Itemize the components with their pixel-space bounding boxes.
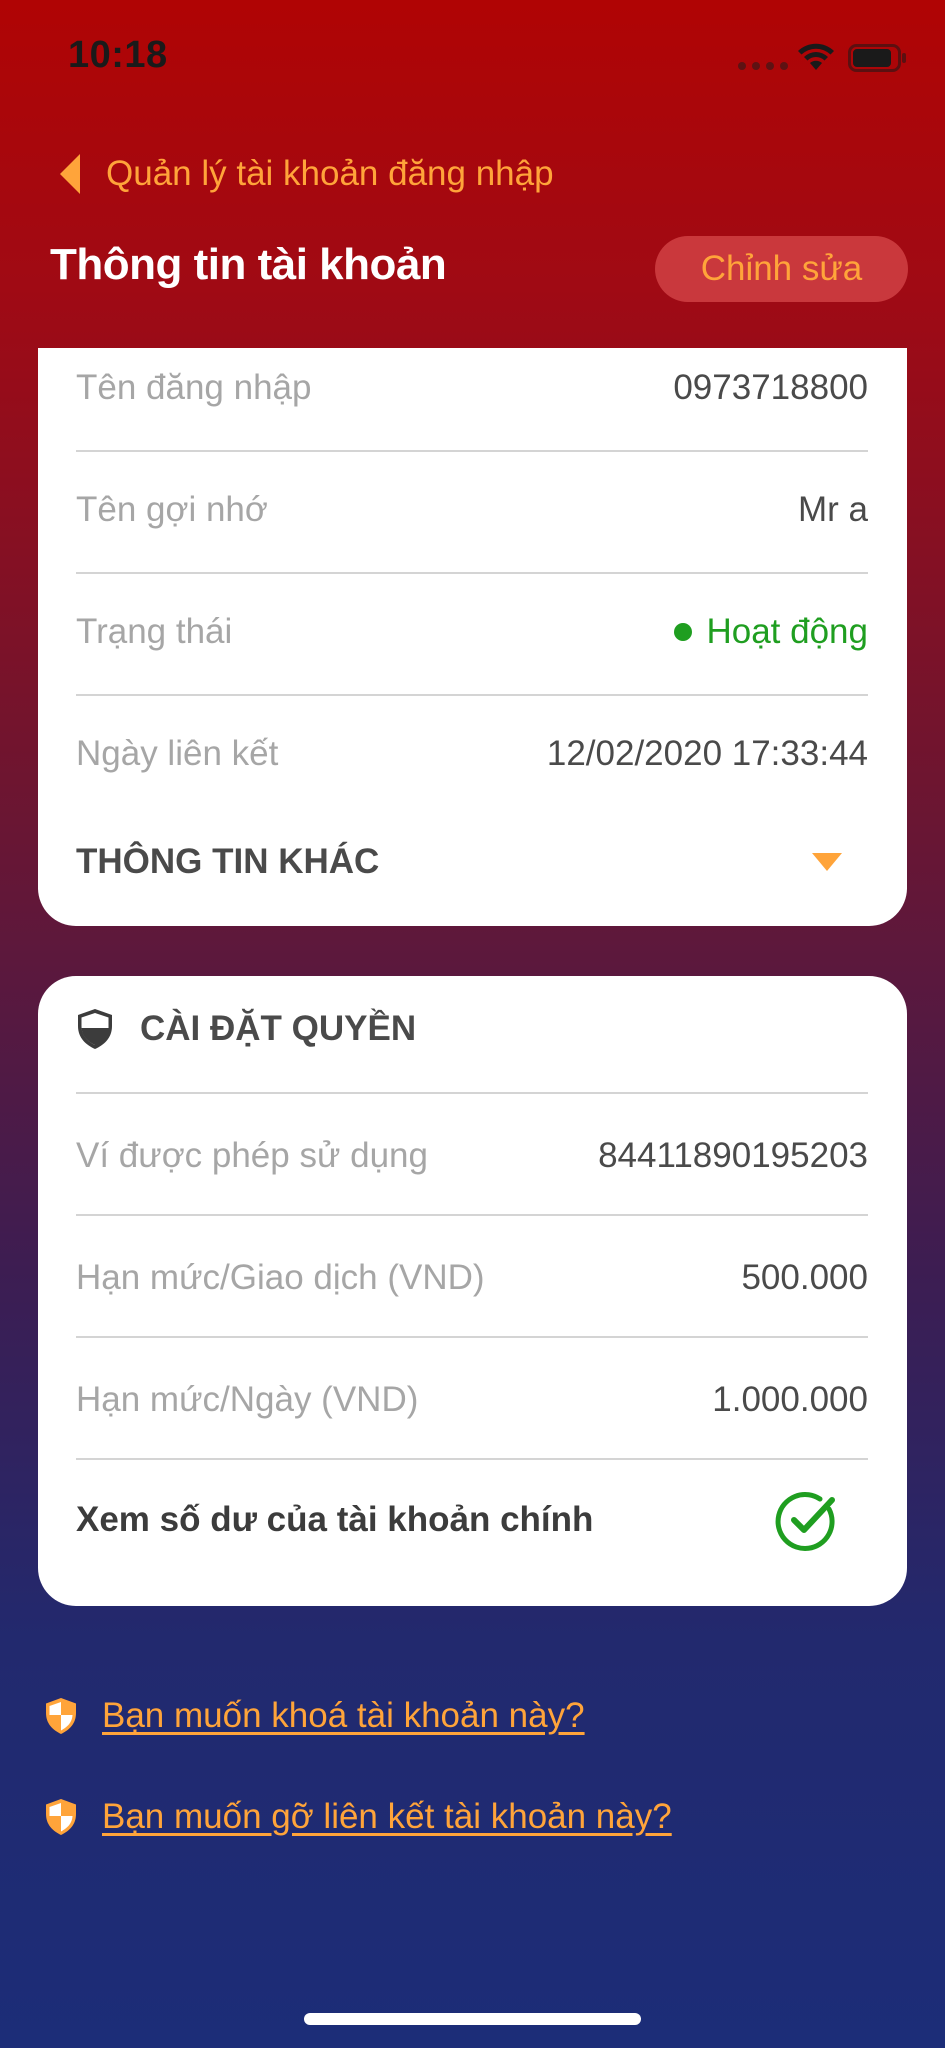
other-info-toggle[interactable]: THÔNG TIN KHÁC (76, 834, 868, 890)
status-time: 10:18 (68, 34, 168, 76)
status-value: Hoạt động (674, 612, 868, 652)
divider (76, 1092, 868, 1094)
wallet-value: 84411890195203 (598, 1136, 868, 1175)
cellular-signal-icon (738, 62, 788, 70)
daily-limit-label: Hạn mức/Ngày (VND) (76, 1380, 419, 1419)
divider (76, 450, 868, 452)
caret-down-icon (812, 853, 842, 871)
username-value: 0973718800 (673, 368, 868, 407)
daily-limit-value: 1.000.000 (712, 1380, 868, 1419)
transaction-limit-label: Hạn mức/Giao dịch (VND) (76, 1258, 485, 1297)
permissions-card: CÀI ĐẶT QUYỀN Ví được phép sử dụng 84411… (38, 976, 907, 1606)
wallet-label: Ví được phép sử dụng (76, 1136, 428, 1175)
permissions-header: CÀI ĐẶT QUYỀN (76, 1008, 416, 1050)
divider (76, 572, 868, 574)
account-info-card: Tên đăng nhập 0973718800 Tên gợi nhớ Mr … (38, 348, 907, 926)
page-title: Thông tin tài khoản (50, 240, 447, 289)
other-info-label: THÔNG TIN KHÁC (76, 842, 380, 881)
status-label: Trạng thái (76, 612, 233, 651)
username-label: Tên đăng nhập (76, 368, 312, 407)
nickname-label: Tên gợi nhớ (76, 490, 268, 529)
view-balance-row: Xem số dư của tài khoản chính (76, 1480, 868, 1560)
lock-account-text: Bạn muốn khoá tài khoản này? (102, 1696, 585, 1735)
username-row: Tên đăng nhập 0973718800 (76, 360, 868, 416)
wallet-row: Ví được phép sử dụng 84411890195203 (76, 1128, 868, 1184)
back-label: Quản lý tài khoản đăng nhập (106, 154, 554, 193)
nickname-value: Mr a (798, 490, 868, 529)
edit-button[interactable]: Chỉnh sửa (655, 236, 908, 302)
link-date-value: 12/02/2020 17:33:44 (546, 734, 868, 773)
daily-limit-row: Hạn mức/Ngày (VND) 1.000.000 (76, 1372, 868, 1428)
check-circle-icon[interactable] (774, 1487, 840, 1553)
transaction-limit-value: 500.000 (741, 1258, 868, 1297)
divider (76, 1214, 868, 1216)
shield-half-icon (46, 1698, 76, 1734)
shield-icon (78, 1009, 112, 1049)
divider (76, 694, 868, 696)
lock-account-link[interactable]: Bạn muốn khoá tài khoản này? (44, 1696, 585, 1736)
transaction-limit-row: Hạn mức/Giao dịch (VND) 500.000 (76, 1250, 868, 1306)
unlink-account-text: Bạn muốn gỡ liên kết tài khoản này? (102, 1797, 672, 1836)
link-date-row: Ngày liên kết 12/02/2020 17:33:44 (76, 726, 868, 782)
wifi-icon (798, 43, 834, 70)
link-date-label: Ngày liên kết (76, 734, 279, 773)
status-text: Hoạt động (706, 612, 868, 651)
chevron-left-icon (60, 154, 80, 194)
battery-icon (848, 44, 906, 72)
status-bar: 10:18 (0, 0, 945, 110)
unlink-account-link[interactable]: Bạn muốn gỡ liên kết tài khoản này? (44, 1797, 672, 1837)
shield-half-icon (46, 1799, 76, 1835)
nickname-row: Tên gợi nhớ Mr a (76, 482, 868, 538)
view-balance-label: Xem số dư của tài khoản chính (76, 1500, 594, 1539)
status-dot-icon (674, 623, 693, 641)
home-indicator[interactable] (304, 2013, 641, 2025)
status-row: Trạng thái Hoạt động (76, 604, 868, 660)
back-button[interactable]: Quản lý tài khoản đăng nhập (56, 152, 554, 196)
divider (76, 1336, 868, 1338)
divider (76, 1458, 868, 1460)
permissions-title: CÀI ĐẶT QUYỀN (140, 1009, 417, 1048)
